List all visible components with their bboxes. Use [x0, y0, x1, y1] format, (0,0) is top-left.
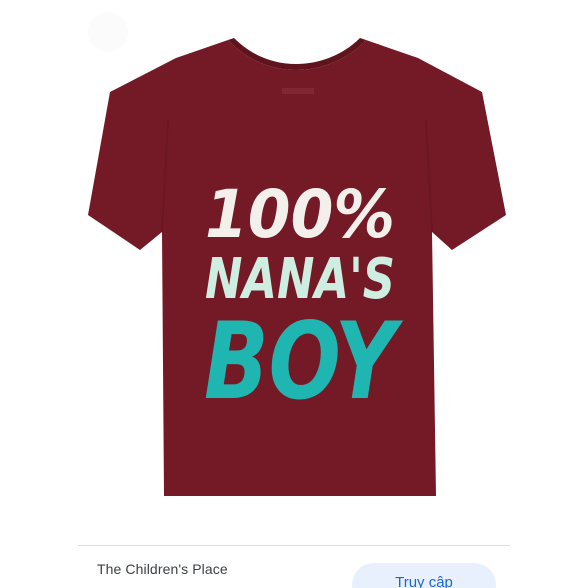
source-name[interactable]: The Children's Place	[97, 561, 228, 577]
image-viewer-panel: 100% NANA'S BOY The Children's Place Tru…	[0, 0, 588, 588]
visit-button[interactable]: Truy cập	[352, 563, 496, 588]
print-line-boy: BOY	[204, 300, 403, 423]
divider	[78, 545, 510, 546]
print-line-100-percent: 100%	[205, 176, 395, 253]
product-image[interactable]: 100% NANA'S BOY	[0, 0, 588, 520]
shirt-tag	[282, 88, 314, 94]
